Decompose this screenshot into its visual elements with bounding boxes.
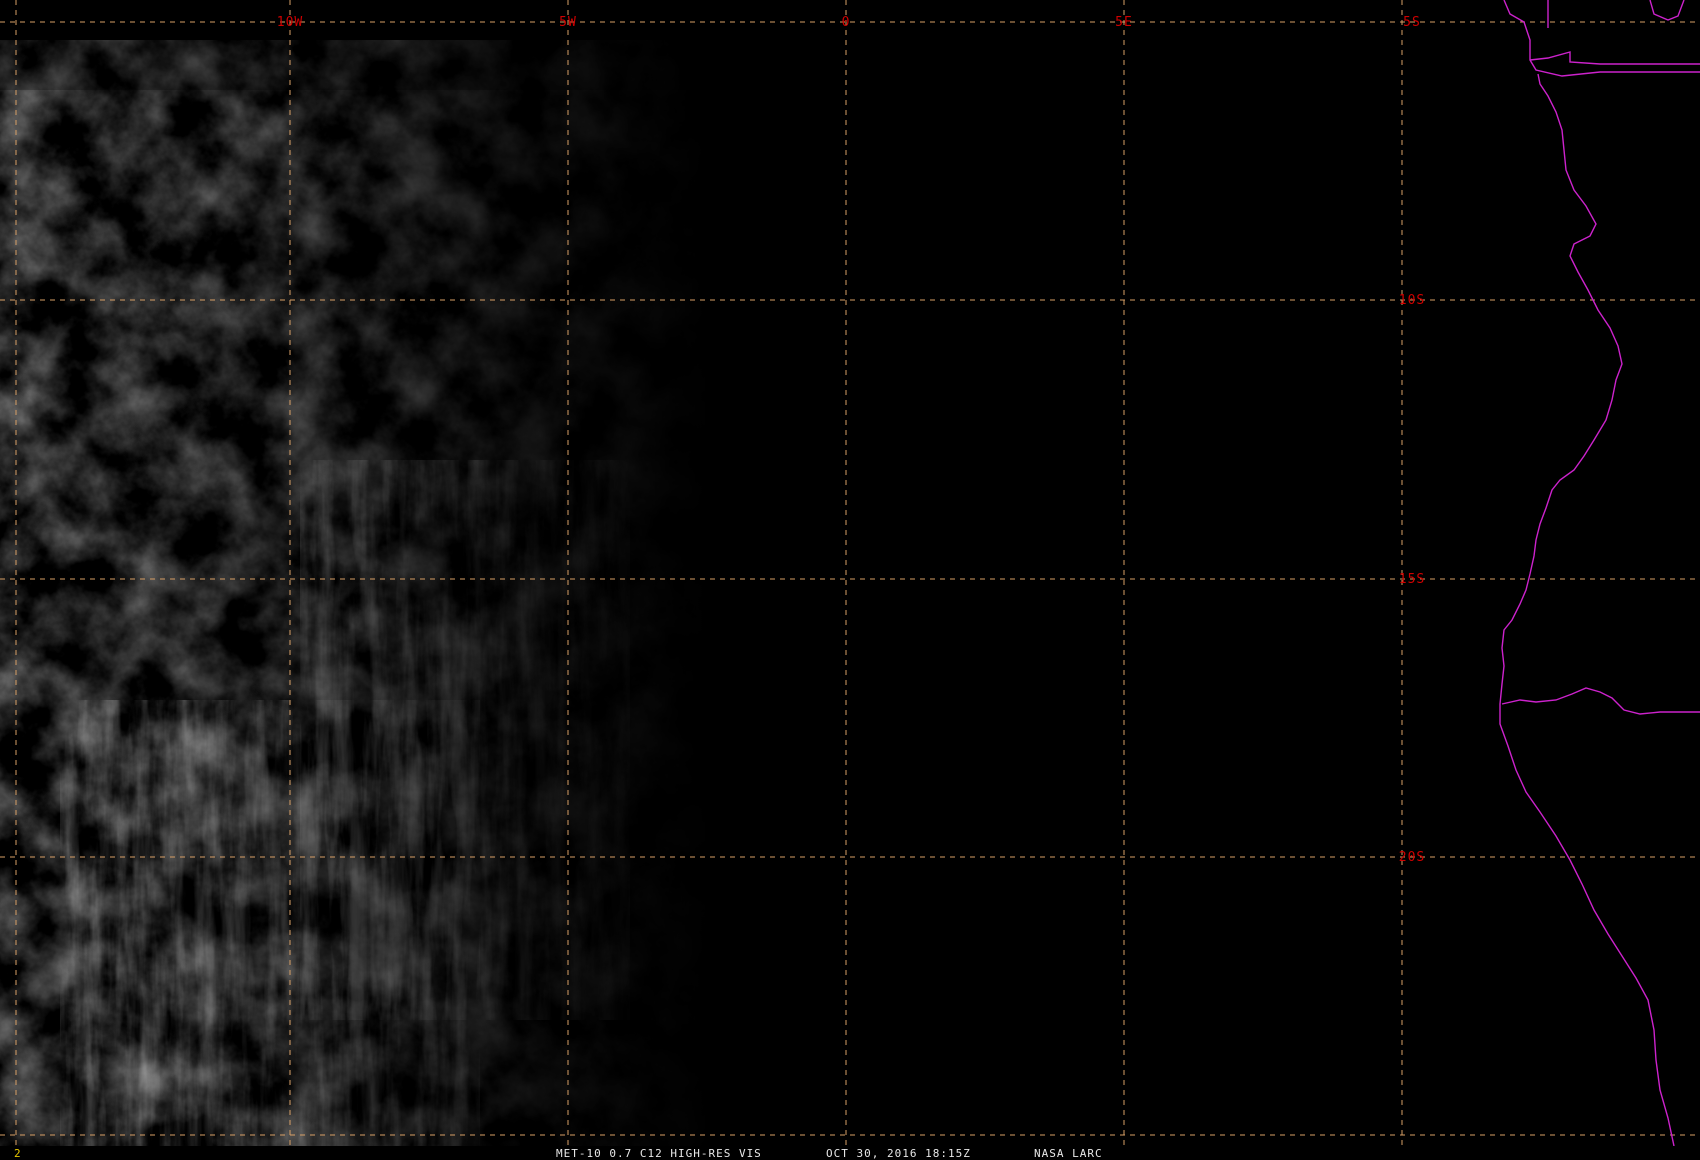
satellite-map-view[interactable]: 10W 5W 0 5E 5S 10S 15S 20S: [0, 0, 1700, 1147]
frame-number: 2: [14, 1147, 21, 1160]
satellite-channel-label: MET-10 0.7 C12 HIGH-RES VIS: [556, 1147, 762, 1160]
lat-label-5s: 5S: [1403, 15, 1421, 30]
status-bar: 2 MET-10 0.7 C12 HIGH-RES VIS OCT 30, 20…: [0, 1146, 1700, 1160]
data-source-label: NASA LARC: [1034, 1147, 1103, 1160]
satellite-image-canvas: 10W 5W 0 5E 5S 10S 15S 20S: [0, 0, 1700, 1147]
lat-label-20s: 20S: [1399, 850, 1425, 865]
lat-label-15s: 15S: [1399, 572, 1425, 587]
lon-label-5e: 5E: [1115, 15, 1133, 30]
lon-label-10w: 10W: [277, 15, 303, 30]
image-datetime: OCT 30, 2016 18:15Z: [826, 1147, 971, 1160]
lon-label-0: 0: [842, 15, 851, 30]
lon-label-5w: 5W: [559, 15, 577, 30]
lat-label-10s: 10S: [1399, 293, 1425, 308]
